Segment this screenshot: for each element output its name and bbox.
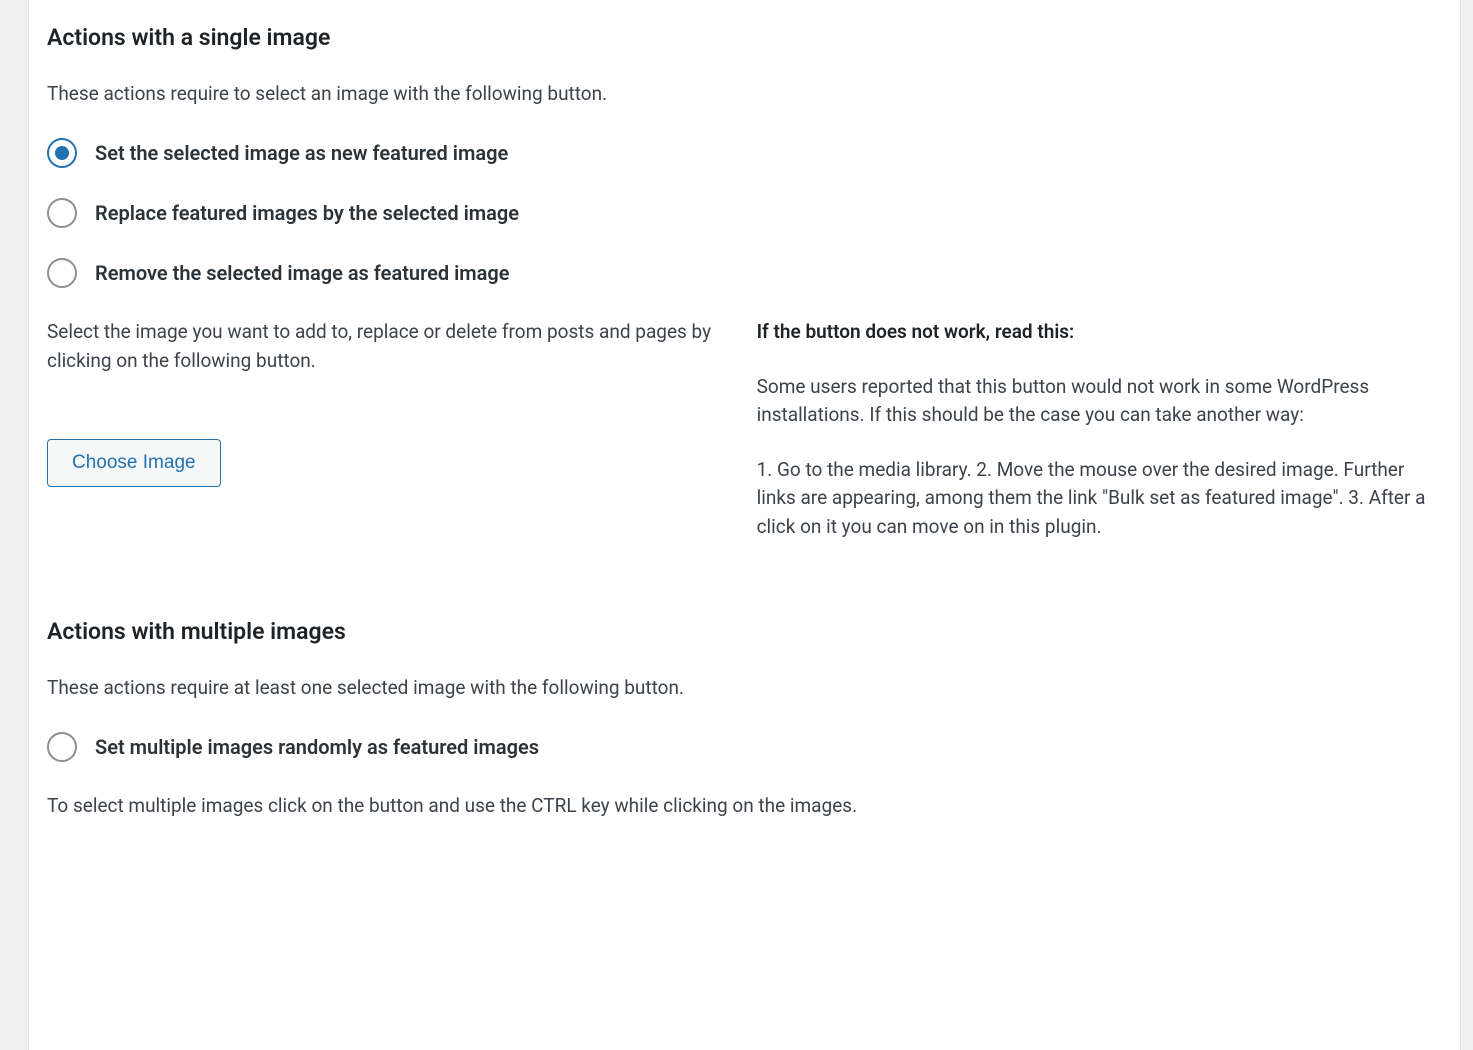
radio-label: Replace featured images by the selected …: [95, 198, 519, 228]
radio-set-random[interactable]: Set multiple images randomly as featured…: [47, 732, 1442, 762]
multiple-images-radio-group: Set multiple images randomly as featured…: [47, 732, 1442, 762]
radio-replace-featured[interactable]: Replace featured images by the selected …: [47, 198, 1442, 228]
select-image-instruction: Select the image you want to add to, rep…: [47, 318, 717, 375]
choose-image-button[interactable]: Choose Image: [47, 439, 221, 487]
radio-remove-featured[interactable]: Remove the selected image as featured im…: [47, 258, 1442, 288]
radio-icon: [47, 138, 77, 168]
single-image-intro: These actions require to select an image…: [47, 80, 1442, 109]
single-image-help-column: If the button does not work, read this: …: [757, 318, 1442, 567]
help-title: If the button does not work, read this:: [757, 318, 1442, 347]
single-image-radio-group: Set the selected image as new featured i…: [47, 138, 1442, 288]
single-image-heading: Actions with a single image: [47, 21, 1442, 56]
single-image-left-column: Select the image you want to add to, rep…: [47, 318, 717, 567]
radio-label: Set multiple images randomly as featured…: [95, 732, 539, 762]
content-wrapper: Actions with a single image These action…: [29, 1, 1460, 821]
help-paragraph-1: Some users reported that this button wou…: [757, 373, 1442, 430]
settings-panel: Actions with a single image These action…: [28, 0, 1461, 1050]
radio-label: Set the selected image as new featured i…: [95, 138, 508, 168]
help-paragraph-2: 1. Go to the media library. 2. Move the …: [757, 456, 1442, 542]
multiple-images-section: Actions with multiple images These actio…: [47, 615, 1442, 821]
radio-icon: [47, 198, 77, 228]
multiple-images-heading: Actions with multiple images: [47, 615, 1442, 650]
single-image-columns: Select the image you want to add to, rep…: [47, 318, 1442, 567]
radio-icon: [47, 258, 77, 288]
multiple-select-instruction: To select multiple images click on the b…: [47, 792, 1442, 821]
radio-label: Remove the selected image as featured im…: [95, 258, 510, 288]
radio-icon: [47, 732, 77, 762]
multiple-images-intro: These actions require at least one selec…: [47, 674, 1442, 703]
radio-set-featured[interactable]: Set the selected image as new featured i…: [47, 138, 1442, 168]
